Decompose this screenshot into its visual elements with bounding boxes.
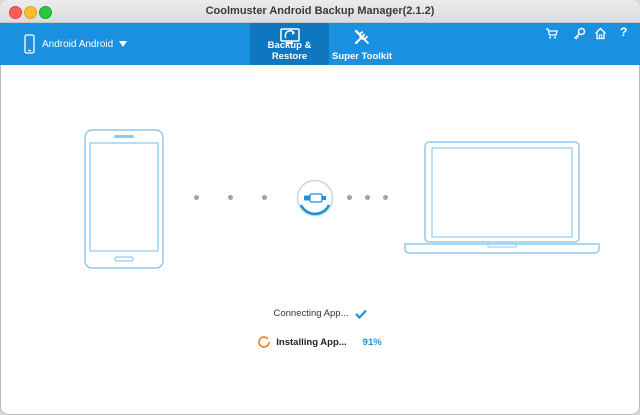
connection-dot <box>347 195 352 200</box>
phone-icon <box>24 34 35 54</box>
tab-backup-restore-label: Backup & Restore <box>267 40 312 62</box>
dropdown-arrow-icon[interactable] <box>119 41 128 47</box>
app-window: Coolmuster Android Backup Manager(2.1.2)… <box>0 0 640 415</box>
cart-icon[interactable] <box>545 27 558 40</box>
status-connecting: Connecting App... <box>0 308 640 319</box>
main-toolbar: Android Android Backup & Restore Super T… <box>0 23 640 65</box>
status-installing: Installing App... 91% <box>0 336 640 351</box>
tab-super-toolkit-label: Super Toolkit <box>332 51 392 62</box>
tab-super-toolkit[interactable]: Super Toolkit <box>331 23 393 65</box>
window-title: Coolmuster Android Backup Manager(2.1.2) <box>205 5 435 17</box>
connection-stage: Connecting App... Installing App... 91% <box>0 65 640 415</box>
connection-dot <box>365 195 370 200</box>
installing-label: Installing App... <box>276 336 347 348</box>
help-icon[interactable]: ? <box>620 25 627 39</box>
install-progress-percent: 91% <box>362 336 382 348</box>
home-icon[interactable] <box>594 27 607 40</box>
device-name: Android Android <box>42 38 114 50</box>
connection-dot <box>262 195 267 200</box>
connection-dot <box>194 195 199 200</box>
title-bar: Coolmuster Android Backup Manager(2.1.2) <box>0 0 640 23</box>
device-selector[interactable]: Android Android <box>24 34 128 54</box>
tools-icon <box>354 29 369 45</box>
checkmark-icon <box>354 309 367 319</box>
connection-dot <box>383 195 388 200</box>
android-phone-illustration <box>84 129 164 269</box>
connecting-label: Connecting App... <box>273 308 349 319</box>
usb-connection-icon <box>296 179 334 217</box>
tab-backup-restore[interactable]: Backup & Restore <box>250 23 329 65</box>
key-icon[interactable] <box>573 27 586 40</box>
loading-spinner-icon <box>258 336 271 348</box>
computer-illustration <box>404 141 600 254</box>
connection-dot <box>228 195 233 200</box>
